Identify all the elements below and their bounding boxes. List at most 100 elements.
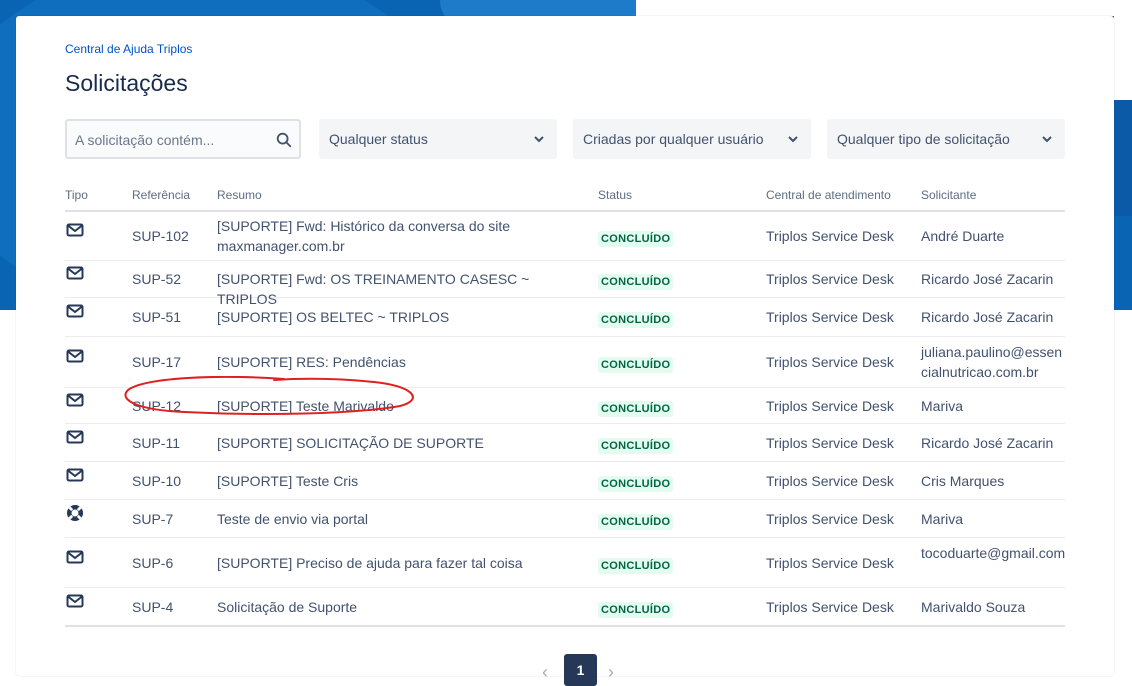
request-reference-link[interactable]: SUP-17 [132,352,181,372]
background-strip [1114,0,1132,100]
service-desk-name: Triplos Service Desk [766,271,894,287]
status-badge: CONCLUÍDO [598,312,674,328]
mail-icon [65,301,89,321]
request-reference-link[interactable]: SUP-52 [132,269,181,289]
table-row[interactable]: SUP-52 [SUPORTE] Fwd: OS TREINAMENTO CASE… [65,261,1065,307]
table-row[interactable]: SUP-102 [SUPORTE] Fwd: Histórico da conve… [65,212,1065,261]
type-filter-dropdown[interactable]: Qualquer tipo de solicitação [827,119,1065,159]
status-badge: CONCLUÍDO [598,601,674,618]
request-summary-link[interactable]: [SUPORTE] Preciso de ajuda para fazer ta… [217,553,577,573]
status-badge: CONCLUÍDO [598,475,674,492]
search-box[interactable] [65,119,301,159]
status-filter-dropdown[interactable]: Qualquer status [319,119,557,159]
next-page-button[interactable]: › [608,662,614,683]
breadcrumb-help-center[interactable]: Central de Ajuda Triplos [65,42,192,56]
status-cell: CONCLUÍDO [598,308,674,328]
column-header-requester[interactable]: Solicitante [921,188,976,202]
service-desk-name: Triplos Service Desk [766,228,894,244]
status-filter-label: Qualquer status [329,131,428,147]
request-summary-link[interactable]: [SUPORTE] Teste Marivaldo [217,396,577,416]
column-header-summary[interactable]: Resumo [217,188,262,202]
request-reference-link[interactable]: SUP-102 [132,226,189,246]
status-cell: CONCLUÍDO [598,472,674,492]
requester-name: Ricardo José Zacarin [921,434,1054,451]
status-cell: CONCLUÍDO [598,510,674,530]
chevron-down-icon [534,136,544,143]
status-cell: CONCLUÍDO [598,270,674,290]
mail-icon [65,547,89,567]
requests-card: Central de Ajuda Triplos Solicitações Qu… [16,16,1114,686]
chevron-down-icon [1042,136,1052,143]
column-header-service-desk[interactable]: Central de atendimento [766,188,891,202]
status-badge: CONCLUÍDO [598,557,674,574]
mail-icon [65,390,89,410]
request-reference-link[interactable]: SUP-11 [132,433,180,453]
status-cell: CONCLUÍDO [598,554,674,574]
mail-icon [65,427,89,447]
current-page-button[interactable]: 1 [564,654,597,686]
table-row[interactable]: SUP-4 Solicitação de Suporte CONCLUÍDO Trip… [65,588,1065,627]
service-desk-name: Triplos Service Desk [766,309,894,325]
requester-name: Mariva [921,510,964,527]
mail-icon [65,220,89,240]
column-header-status[interactable]: Status [598,188,632,202]
page-title: Solicitações [65,70,188,96]
request-summary-link[interactable]: [SUPORTE] OS BELTEC ~ TRIPLOS [217,307,577,327]
mail-icon [65,346,89,366]
request-summary-link[interactable]: [SUPORTE] Teste Cris [217,471,577,491]
request-reference-link[interactable]: SUP-4 [132,597,173,617]
search-input[interactable] [73,130,267,150]
filter-bar: Qualquer status Criadas por qualquer usu… [65,119,1065,159]
status-cell: CONCLUÍDO [598,598,674,618]
status-badge: CONCLUÍDO [598,357,674,373]
request-summary-link[interactable]: Teste de envio via portal [217,509,577,529]
table-body: SUP-102 [SUPORTE] Fwd: Histórico da conve… [65,212,1065,627]
request-reference-link[interactable]: SUP-10 [132,471,181,491]
request-summary-link[interactable]: Solicitação de Suporte [217,597,577,617]
column-header-reference[interactable]: Referência [132,188,190,202]
requester-name: Ricardo José Zacarin [921,309,1054,325]
service-desk-name: Triplos Service Desk [766,554,894,571]
status-badge: CONCLUÍDO [598,400,674,417]
table-row[interactable]: SUP-51 [SUPORTE] OS BELTEC ~ TRIPLOS CONCL… [65,298,1065,337]
brand-logo-fragment [1112,100,1132,216]
status-cell: CONCLUÍDO [598,397,674,417]
request-summary-link[interactable]: [SUPORTE] Fwd: Histórico da conversa do … [217,216,577,256]
status-cell: CONCLUÍDO [598,227,674,247]
type-filter-label: Qualquer tipo de solicitação [837,131,1010,147]
table-row[interactable]: SUP-7 Teste de envio via portal CONCLUÍDO T… [65,500,1065,538]
request-summary-link[interactable]: [SUPORTE] SOLICITAÇÃO DE SUPORTE [217,433,577,453]
service-desk-name: Triplos Service Desk [766,510,894,527]
service-desk-name: Triplos Service Desk [766,397,894,414]
mail-icon [65,263,89,283]
mail-icon [65,465,89,485]
requester-name: Marivaldo Souza [921,598,1026,615]
request-reference-link[interactable]: SUP-51 [132,307,181,327]
previous-page-button[interactable]: ‹ [542,662,548,683]
request-summary-link[interactable]: [SUPORTE] RES: Pendências [217,352,577,372]
status-cell: CONCLUÍDO [598,434,674,454]
column-header-type[interactable]: Tipo [65,188,88,202]
requester-name: juliana.paulino@essencialnutricao.com.br [921,344,1063,380]
table-row[interactable]: SUP-17 [SUPORTE] RES: Pendências CONCLUÍDO… [65,337,1065,388]
search-icon[interactable] [275,131,293,149]
table-row[interactable]: SUP-6 [SUPORTE] Preciso de ajuda para faz… [65,538,1065,588]
service-desk-name: Triplos Service Desk [766,472,894,489]
status-badge: CONCLUÍDO [598,231,674,247]
request-reference-link[interactable]: SUP-12 [132,396,181,416]
status-cell: CONCLUÍDO [598,353,674,373]
table-row[interactable]: SUP-11 [SUPORTE] SOLICITAÇÃO DE SUPORTE CO… [65,424,1065,462]
requester-name: Cris Marques [921,472,1005,489]
status-badge: CONCLUÍDO [598,513,674,530]
requester-name: Mariva [921,397,964,414]
mail-icon [65,591,89,611]
chevron-down-icon [788,136,798,143]
creator-filter-dropdown[interactable]: Criadas por qualquer usuário [573,119,811,159]
requester-name: Ricardo José Zacarin [921,271,1054,287]
table-row[interactable]: SUP-12 [SUPORTE] Teste Marivaldo CONCLUÍDO… [65,388,1065,424]
status-badge: CONCLUÍDO [598,274,674,290]
table-row[interactable]: SUP-10 [SUPORTE] Teste Cris CONCLUÍDO Tripl… [65,462,1065,500]
service-desk-name: Triplos Service Desk [766,354,894,370]
request-reference-link[interactable]: SUP-6 [132,553,173,573]
request-reference-link[interactable]: SUP-7 [132,509,173,529]
